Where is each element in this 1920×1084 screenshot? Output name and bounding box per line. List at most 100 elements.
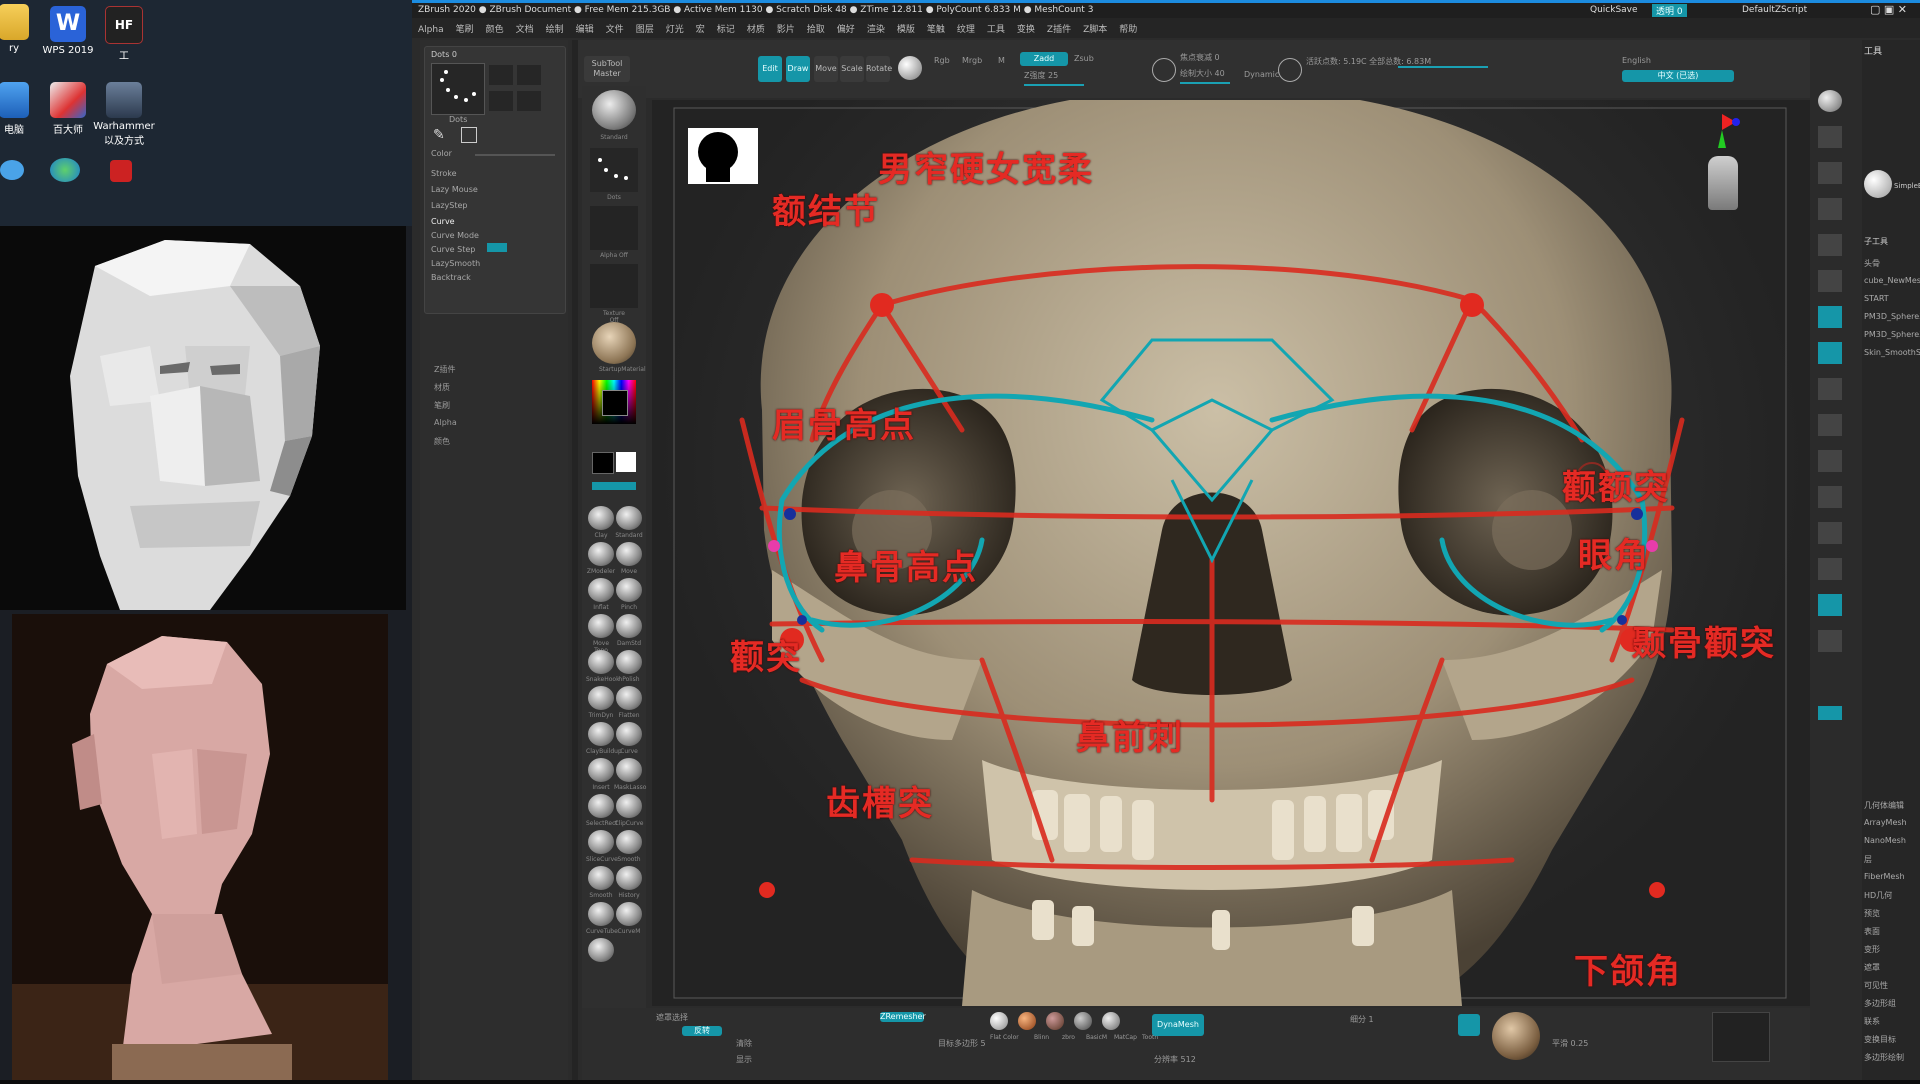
- desktop-icon-master[interactable]: 百大师: [36, 82, 100, 136]
- brush-icon[interactable]: [588, 938, 614, 962]
- floor-icon[interactable]: [1818, 306, 1842, 328]
- menu-item[interactable]: Alpha: [412, 21, 450, 35]
- tool-menu-item[interactable]: 遮罩: [1864, 962, 1880, 973]
- transp-icon[interactable]: [1818, 594, 1842, 616]
- material-icon[interactable]: [592, 322, 636, 364]
- palette-item[interactable]: Curve Step: [431, 245, 475, 254]
- lightbox-slider[interactable]: 透明 0: [1652, 4, 1687, 17]
- brush-icon[interactable]: [588, 758, 614, 782]
- tool-menu-item[interactable]: 层: [1864, 854, 1872, 865]
- menu-item[interactable]: 工具: [981, 18, 1011, 35]
- brush-icon[interactable]: [588, 686, 614, 710]
- m-button[interactable]: M: [998, 56, 1005, 65]
- color-picker[interactable]: [592, 380, 636, 424]
- menu-item[interactable]: 变换: [1011, 18, 1041, 35]
- palette-item[interactable]: LazyStep: [431, 201, 468, 210]
- bottom-item[interactable]: 反转: [682, 1026, 722, 1036]
- desktop-icon-tool[interactable]: HF 工: [92, 6, 156, 62]
- scroll-icon[interactable]: [1818, 126, 1842, 148]
- left-section[interactable]: 材质: [434, 382, 450, 393]
- menu-item[interactable]: Z脚本: [1077, 18, 1113, 35]
- brush-icon[interactable]: [588, 830, 614, 854]
- dragrect-stroke-icon[interactable]: [517, 65, 541, 85]
- tool-menu-item[interactable]: ArrayMesh: [1864, 818, 1907, 827]
- subtool-master-button[interactable]: SubTool Master: [584, 56, 630, 82]
- switch-color-button[interactable]: [592, 482, 636, 490]
- menu-item[interactable]: 笔刷: [450, 18, 480, 35]
- default-zscript-button[interactable]: DefaultZScript: [1742, 5, 1807, 15]
- subtool-item[interactable]: 头骨: [1864, 258, 1880, 269]
- brush-icon[interactable]: [588, 578, 614, 602]
- browser-icon[interactable]: [50, 158, 80, 182]
- brush-icon[interactable]: [616, 578, 642, 602]
- tool-menu-item[interactable]: 预览: [1864, 908, 1880, 919]
- brush-icon[interactable]: [588, 794, 614, 818]
- brush-icon[interactable]: [588, 506, 614, 530]
- tool-menu-item[interactable]: 几何体编辑: [1864, 800, 1904, 811]
- mrgb-button[interactable]: Mrgb: [962, 56, 982, 65]
- stroke-slider[interactable]: [475, 154, 555, 156]
- brush-icon[interactable]: [616, 722, 642, 746]
- actual-icon[interactable]: [1818, 198, 1842, 220]
- window-controls[interactable]: ▢ ▣ ✕: [1870, 3, 1907, 16]
- left-section[interactable]: 笔刷: [434, 400, 450, 411]
- menu-item[interactable]: 影片: [771, 18, 801, 35]
- menu-item[interactable]: 帮助: [1113, 18, 1143, 35]
- axis-gizmo-icon[interactable]: [1702, 110, 1742, 150]
- document-canvas[interactable]: 男窄硬女宽柔 额结节 眉骨高点 颧额突 眼角 鼻骨高点 颧突 颞骨颧突 鼻前刺 …: [652, 100, 1810, 1006]
- subtool-header[interactable]: 子工具: [1864, 236, 1888, 247]
- brush-icon[interactable]: [588, 902, 614, 926]
- tray-divider[interactable]: [572, 40, 578, 1080]
- main-color-swatch[interactable]: [616, 452, 636, 472]
- navigation-head-icon[interactable]: [1708, 156, 1738, 210]
- aahalf-icon[interactable]: [1818, 234, 1842, 256]
- local-icon[interactable]: [1818, 342, 1842, 364]
- freehand-stroke-icon[interactable]: ✎: [433, 127, 451, 145]
- menu-item[interactable]: 拾取: [801, 18, 831, 35]
- bottom-item[interactable]: 目标多边形 5: [938, 1038, 986, 1049]
- texture-off-icon[interactable]: [590, 264, 638, 308]
- tool-menu-item[interactable]: 联系: [1864, 1016, 1880, 1027]
- frame-icon[interactable]: [1818, 414, 1842, 436]
- menu-item[interactable]: 文件: [600, 18, 630, 35]
- scale-button[interactable]: Scale: [840, 56, 864, 82]
- dynamic-button[interactable]: Dynamic: [1244, 70, 1279, 79]
- brush-icon[interactable]: [616, 650, 642, 674]
- red-app-icon[interactable]: [110, 160, 132, 182]
- curve-toggle[interactable]: [487, 243, 507, 252]
- spray-stroke-icon[interactable]: [517, 91, 541, 111]
- menu-item[interactable]: 笔触: [921, 18, 951, 35]
- brush-icon[interactable]: [616, 830, 642, 854]
- ghost-icon[interactable]: [1818, 706, 1842, 720]
- brush-icon[interactable]: [616, 686, 642, 710]
- move-button[interactable]: Move: [814, 56, 838, 82]
- persp-icon[interactable]: [1818, 270, 1842, 292]
- tool-menu-item[interactable]: 多边形组: [1864, 998, 1896, 1009]
- tool-menu-item[interactable]: 多边形绘制: [1864, 1052, 1904, 1063]
- silhouette-thumbnail[interactable]: [688, 128, 758, 184]
- dynamesh-resolution-slider[interactable]: 分辨率 512: [1154, 1054, 1196, 1065]
- quicksave-button[interactable]: QuickSave: [1590, 5, 1638, 15]
- move-icon[interactable]: [1818, 450, 1842, 472]
- network-icon[interactable]: [0, 160, 24, 180]
- desktop-icon-wps[interactable]: W WPS 2019: [36, 6, 100, 56]
- palette-item[interactable]: LazySmooth: [431, 259, 480, 268]
- alpha-off-icon[interactable]: [590, 206, 638, 250]
- left-section[interactable]: 颜色: [434, 436, 450, 447]
- brush-icon[interactable]: [616, 542, 642, 566]
- brush-icon[interactable]: [588, 614, 614, 638]
- tool-menu-item[interactable]: 变换目标: [1864, 1034, 1896, 1045]
- draw-size-slider[interactable]: 绘制大小 40: [1180, 68, 1225, 79]
- zadd-button[interactable]: Zadd: [1020, 52, 1068, 66]
- menu-item[interactable]: 渲染: [861, 18, 891, 35]
- language-toggle[interactable]: 中文 (已选): [1622, 70, 1734, 82]
- desktop-icon-warhammer[interactable]: Warhammer 以及方式: [92, 82, 156, 147]
- dots-stroke-preview[interactable]: [431, 63, 485, 115]
- menu-item[interactable]: 绘制: [540, 18, 570, 35]
- solo-icon[interactable]: [1818, 630, 1842, 652]
- menu-item[interactable]: 文档: [510, 18, 540, 35]
- bottom-item[interactable]: 平滑 0.25: [1552, 1038, 1588, 1049]
- brush-icon[interactable]: [616, 902, 642, 926]
- draw-button[interactable]: Draw: [786, 56, 810, 82]
- dragdot-stroke-icon[interactable]: [489, 91, 513, 111]
